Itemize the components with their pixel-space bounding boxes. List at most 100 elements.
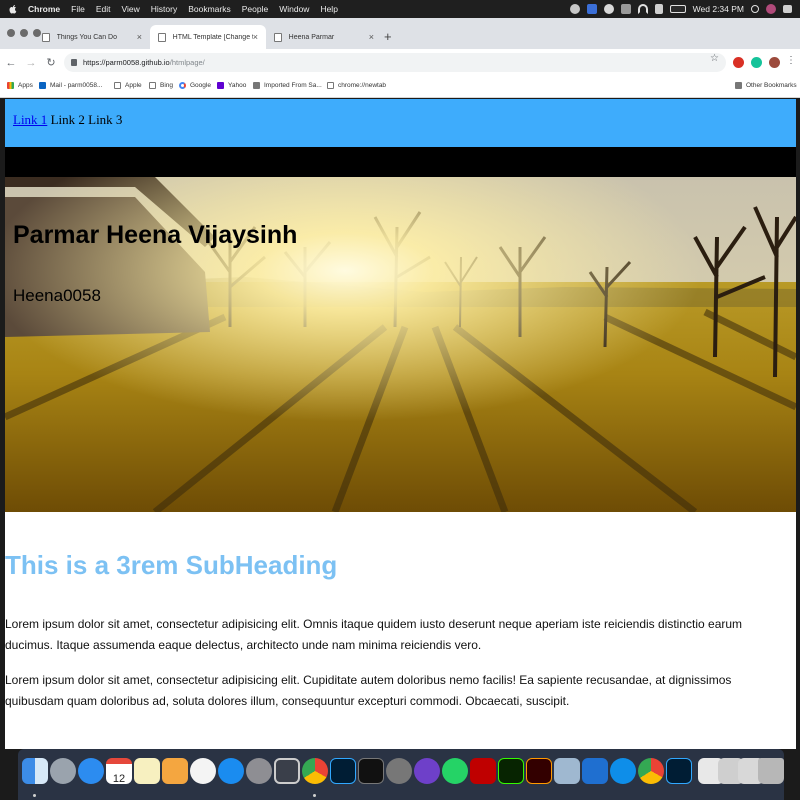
github-icon[interactable]: [414, 758, 440, 784]
chrome-menu-icon[interactable]: ⋮: [786, 55, 796, 66]
bookmark-label: Imported From Sa...: [264, 82, 322, 89]
reload-icon[interactable]: ↻: [44, 56, 58, 69]
paragraph: Lorem ipsum dolor sit amet, consectetur …: [5, 617, 743, 652]
dock: 12: [18, 749, 784, 800]
app-store-icon[interactable]: [218, 758, 244, 784]
close-tab-icon[interactable]: ×: [253, 32, 258, 42]
tab-heena-parmar[interactable]: Heena Parmar ×: [266, 25, 382, 49]
preview-icon[interactable]: [274, 758, 300, 784]
menu-file[interactable]: File: [71, 4, 85, 14]
hero-subtitle: Heena0058: [13, 286, 101, 305]
tab-html-template[interactable]: HTML Template [Change this t ×: [150, 25, 266, 49]
page-icon: [42, 32, 50, 42]
forward-arrow-icon[interactable]: →: [24, 57, 38, 69]
url-host: https://parm0058.github.io: [83, 58, 170, 67]
page-icon: [158, 32, 166, 42]
chrome-icon[interactable]: [638, 758, 664, 784]
menu-help[interactable]: Help: [320, 4, 337, 14]
menu-clock[interactable]: Wed 2:34 PM: [693, 4, 744, 14]
launchpad-icon[interactable]: [50, 758, 76, 784]
bookmark-label: Mail - parm0058...: [50, 82, 103, 89]
itunes-icon[interactable]: [190, 758, 216, 784]
status-app-icon[interactable]: [569, 4, 580, 14]
spotlight-icon[interactable]: [751, 5, 759, 13]
menu-bar: Chrome File Edit View History Bookmarks …: [0, 0, 800, 18]
bookmark-mail[interactable]: Mail - parm0058...: [39, 82, 102, 89]
menu-view[interactable]: View: [121, 4, 139, 14]
minimize-window-button[interactable]: [20, 29, 28, 37]
nav-link-1[interactable]: Link 1: [13, 112, 47, 127]
header-bar: [5, 147, 796, 177]
close-tab-icon[interactable]: ×: [369, 32, 374, 42]
new-tab-button[interactable]: +: [384, 29, 392, 44]
whatsapp-icon[interactable]: [442, 758, 468, 784]
settings-gear-icon[interactable]: [386, 758, 412, 784]
folder-icon: [253, 82, 260, 89]
photoshop-icon[interactable]: [666, 758, 692, 784]
menu-edit[interactable]: Edit: [96, 4, 111, 14]
tab-strip: Things You Can Do × HTML Template [Chang…: [0, 18, 800, 49]
volume-icon[interactable]: [654, 4, 663, 14]
bookmark-yahoo[interactable]: Yahoo: [217, 82, 246, 89]
bookmark-bing[interactable]: Bing: [149, 82, 173, 89]
extension-grammarly-icon[interactable]: [751, 57, 762, 68]
menu-people[interactable]: People: [242, 4, 268, 14]
bookmark-label: Yahoo: [228, 82, 247, 89]
finder-icon[interactable]: [22, 758, 48, 784]
notification-center-icon[interactable]: [783, 5, 792, 13]
bookmark-other[interactable]: Other Bookmarks: [735, 82, 797, 89]
bookmark-google[interactable]: Google: [179, 82, 211, 89]
address-bar[interactable]: https://parm0058.github.io/htmlpage/: [64, 53, 726, 72]
terminal-icon[interactable]: [358, 758, 384, 784]
dreamweaver-icon[interactable]: [498, 758, 524, 784]
system-preferences-icon[interactable]: [246, 758, 272, 784]
photoshop-icon[interactable]: [330, 758, 356, 784]
bookmark-apple[interactable]: Apple: [114, 82, 142, 89]
profile-avatar-icon[interactable]: [769, 57, 780, 68]
bookmark-label: Apple: [125, 82, 142, 89]
teamviewer-icon[interactable]: [610, 758, 636, 784]
running-indicator: [33, 794, 36, 797]
menu-window[interactable]: Window: [279, 4, 309, 14]
status-app-icon[interactable]: [586, 4, 597, 14]
lock-icon[interactable]: [71, 59, 77, 66]
safari-icon[interactable]: [78, 758, 104, 784]
tab-things-you-can-do[interactable]: Things You Can Do ×: [34, 25, 150, 49]
apple-icon[interactable]: [8, 4, 18, 14]
trash-icon[interactable]: [758, 758, 784, 784]
filezilla-icon[interactable]: [470, 758, 496, 784]
extension-adblock-icon[interactable]: [733, 57, 744, 68]
pages-icon[interactable]: [162, 758, 188, 784]
chrome-icon[interactable]: [302, 758, 328, 784]
hero-banner: Parmar Heena Vijaysinh Heena0058: [5, 177, 796, 512]
bookmark-apps[interactable]: Apps: [7, 82, 33, 89]
calendar-icon[interactable]: 12: [106, 758, 132, 785]
battery-icon[interactable]: [669, 5, 686, 13]
status-app-icon[interactable]: [620, 4, 631, 14]
outlook-icon: [39, 82, 46, 89]
tab-title: Heena Parmar: [288, 33, 335, 41]
image-capture-icon[interactable]: [554, 758, 580, 784]
user-avatar-icon[interactable]: [766, 4, 776, 14]
bookmark-label: chrome://newtab: [338, 82, 387, 89]
wifi-icon[interactable]: [637, 4, 648, 14]
close-window-button[interactable]: [7, 29, 15, 37]
menu-bookmarks[interactable]: Bookmarks: [188, 4, 231, 14]
bookmarks-bar: Apps Mail - parm0058... Apple Bing Googl…: [0, 76, 800, 98]
menu-app-name[interactable]: Chrome: [28, 4, 60, 14]
status-app-icon[interactable]: [603, 4, 614, 14]
notes-icon[interactable]: [134, 758, 160, 784]
bookmark-newtab[interactable]: chrome://newtab: [327, 82, 386, 89]
page-viewport[interactable]: Link 1 Link 2 Link 3 Parmar Heena Vijays…: [5, 99, 796, 749]
bookmark-label: Google: [190, 82, 211, 89]
bookmark-star-icon[interactable]: ☆: [710, 53, 719, 64]
illustrator-icon[interactable]: [526, 758, 552, 784]
back-arrow-icon[interactable]: ←: [4, 57, 18, 69]
url-path: /htmlpage/: [169, 58, 205, 67]
bookmark-folder-imported[interactable]: Imported From Sa...: [253, 82, 322, 89]
tab-title: HTML Template [Change this t: [172, 33, 253, 41]
paragraph: Lorem ipsum dolor sit amet, consectetur …: [5, 673, 732, 708]
close-tab-icon[interactable]: ×: [137, 32, 142, 42]
menu-history[interactable]: History: [151, 4, 177, 14]
xcode-icon[interactable]: [582, 758, 608, 784]
